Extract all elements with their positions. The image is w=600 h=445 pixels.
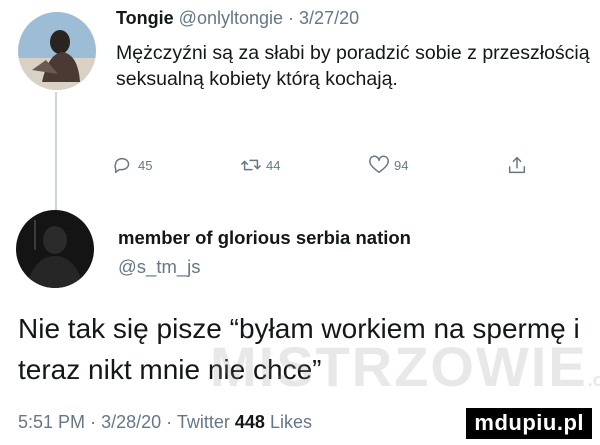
tweet-source[interactable]: Twitter <box>177 412 230 432</box>
user-handle[interactable]: @s_tm_js <box>118 256 201 278</box>
separator: · <box>90 412 97 432</box>
display-name[interactable]: member of glorious serbia nation <box>118 227 411 249</box>
brand-logo: mdupiu.pl <box>466 408 592 439</box>
thread-connector-line <box>55 92 57 210</box>
avatar[interactable] <box>16 210 94 288</box>
reply-count: 45 <box>138 157 153 173</box>
tweet-text: Nie tak się pisze “byłam workiem na sper… <box>18 313 580 385</box>
tweet-text: Mężczyźni są za słabi by poradzić sobie … <box>116 42 590 90</box>
retweet-icon <box>241 159 261 171</box>
like-count: 94 <box>394 157 409 173</box>
tweet-date[interactable]: 3/28/20 <box>101 412 161 432</box>
display-name[interactable]: Tongie <box>116 8 174 28</box>
separator: · <box>288 8 295 28</box>
reply-icon <box>114 157 130 174</box>
reply-button[interactable]: 45 <box>112 154 152 176</box>
separator: · <box>166 412 173 432</box>
retweet-button[interactable]: 44 <box>240 154 280 176</box>
tweet-actions: 45 44 94 <box>112 154 532 182</box>
share-button[interactable] <box>506 154 528 176</box>
likes-label[interactable]: Likes <box>270 412 312 432</box>
like-button[interactable]: 94 <box>368 154 408 176</box>
share-icon <box>508 156 526 174</box>
user-handle[interactable]: @onlyltongie <box>179 8 283 28</box>
tweet-time[interactable]: 5:51 PM <box>18 412 85 432</box>
likes-count[interactable]: 448 <box>235 412 265 432</box>
tweet-header: Tongie @onlyltongie · 3/27/20 <box>116 8 359 29</box>
tweet-date[interactable]: 3/27/20 <box>299 8 359 28</box>
avatar[interactable] <box>18 12 96 90</box>
retweet-count: 44 <box>266 157 281 173</box>
tweet-meta: 5:51 PM · 3/28/20 · Twitter 448 Likes <box>18 412 312 433</box>
like-icon <box>369 155 389 174</box>
